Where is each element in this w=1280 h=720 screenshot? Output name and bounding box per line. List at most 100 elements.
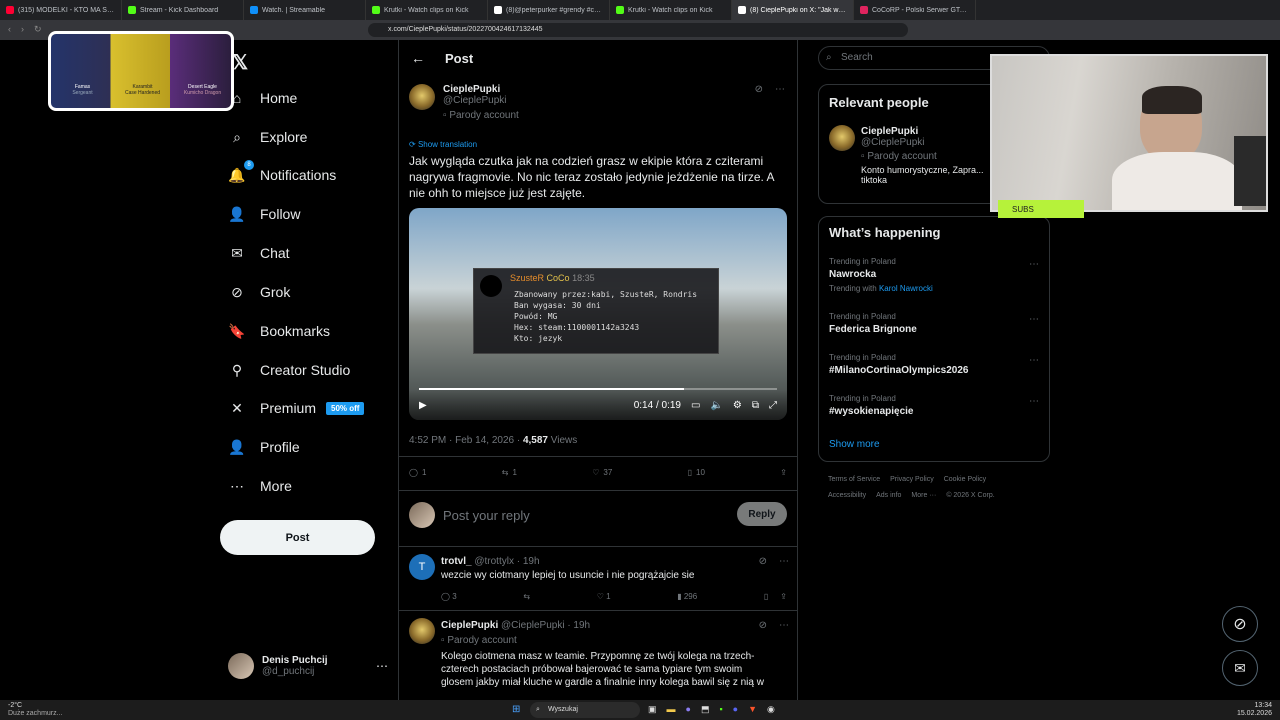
task-view-icon[interactable]: ▣ — [648, 704, 657, 715]
browser-tab[interactable]: (8)@peterpurker #grendy #cocorp #... — [488, 0, 610, 20]
more-icon[interactable]: ⋯ — [1029, 259, 1039, 270]
clock[interactable]: 13:34 15.02.2026 — [1237, 702, 1272, 718]
trend-item[interactable]: Trending in Poland #MilanoCortinaOlympics… — [829, 353, 969, 376]
grok-icon[interactable]: ⊘ — [759, 620, 767, 631]
post-button[interactable]: Post — [220, 520, 375, 555]
account-switcher[interactable]: Denis Puchcij @d_puchcij ⋯ — [228, 652, 388, 680]
reply-item[interactable]: T trotvl_ @trottylx · 19h ⊘ ⋯ wezcie wy c… — [409, 554, 789, 616]
browser-tab[interactable]: (8) CieplePupki on X: "Jak wygląd... — [732, 0, 854, 20]
bookmark-button[interactable]: ▯ 10 — [688, 468, 705, 477]
address-bar[interactable]: x.com/CieplePupki/status/202270042461713… — [368, 23, 908, 37]
reply-input[interactable]: Post your reply — [443, 508, 530, 523]
nav-item-explore[interactable]: ⌕ Explore — [228, 124, 307, 150]
nav-item-notifications[interactable]: 🔔 8 Notifications — [228, 160, 336, 188]
like-button[interactable]: ♡ 1 — [597, 592, 611, 601]
translate-icon: ⟳ — [409, 140, 418, 149]
trend-link[interactable]: Karol Nawrocki — [879, 284, 933, 293]
footer-link[interactable]: © 2026 X Corp. — [946, 492, 994, 499]
grok-icon[interactable]: ⊘ — [755, 84, 763, 95]
footer-link[interactable]: Ads info — [876, 492, 901, 499]
avatar[interactable]: T — [409, 554, 435, 580]
more-icon[interactable]: ⋯ — [1029, 314, 1039, 325]
back-arrow-icon[interactable]: ← — [411, 50, 425, 66]
nav-item-premium[interactable]: ✕ Premium 50% off — [228, 395, 365, 421]
x-logo-icon[interactable]: 𝕏 — [232, 50, 248, 75]
app-icon[interactable]: ⬒ — [701, 704, 710, 715]
play-icon[interactable]: ▶ — [419, 400, 427, 411]
nav-item-grok[interactable]: ⊘ Grok — [228, 279, 290, 305]
parody-label: Parody account — [449, 110, 519, 121]
grok-icon[interactable]: ⊘ — [759, 556, 767, 567]
person-name[interactable]: CieplePupki — [861, 126, 991, 137]
show-more-link[interactable]: Show more — [829, 439, 880, 450]
footer-link[interactable]: More ··· — [911, 492, 936, 499]
footer-link[interactable]: Privacy Policy — [890, 476, 934, 483]
bookmark-icon[interactable]: ▯ — [764, 592, 768, 601]
reply-item[interactable]: CieplePupki @CieplePupki · 19h ⊘ ⋯ ▫ Paro… — [409, 618, 789, 700]
footer-link[interactable]: Accessibility — [828, 492, 866, 499]
video-player[interactable]: SzusteR CoCo 18:35 Zbanowany przez:kabi,… — [409, 208, 787, 420]
browser-tab[interactable]: Krutki - Watch clips on Kick — [366, 0, 488, 20]
back-icon[interactable]: ‹ — [8, 24, 11, 35]
reply-submit-button[interactable]: Reply — [737, 502, 787, 526]
views-button[interactable]: ▮ 296 — [677, 592, 697, 601]
footer-link[interactable]: Terms of Service — [828, 476, 880, 483]
taskbar-search[interactable]: ⌕ Wyszukaj — [530, 702, 640, 718]
brave-icon[interactable]: ▼ — [748, 704, 757, 715]
browser-tab[interactable]: (315) MODELKI - KTO MA STYL ... — [0, 0, 122, 20]
footer-link[interactable]: Cookie Policy — [944, 476, 986, 483]
volume-icon[interactable]: 🔈 — [710, 400, 722, 411]
more-icon[interactable]: ⋯ — [1029, 396, 1039, 407]
app-icon[interactable]: ● — [686, 704, 691, 715]
browser-tab[interactable]: Stream - Kick Dashboard — [122, 0, 244, 20]
browser-tab[interactable]: CoCoRP - Polski Serwer GTA RP Whi... — [854, 0, 976, 20]
more-icon[interactable]: ⋯ — [376, 659, 388, 673]
discord-icon[interactable]: ● — [733, 704, 738, 715]
reply-author[interactable]: trotvl_ — [441, 556, 472, 567]
like-button[interactable]: ♡ 37 — [592, 468, 612, 477]
reload-icon[interactable]: ↻ — [34, 24, 42, 35]
more-icon[interactable]: ⋯ — [779, 620, 789, 631]
avatar[interactable] — [829, 125, 855, 151]
obs-icon[interactable]: ◉ — [767, 704, 775, 715]
nav-item-follow[interactable]: 👤 Follow — [228, 201, 300, 227]
nav-item-profile[interactable]: 👤 Profile — [228, 434, 299, 460]
author-name[interactable]: CieplePupki — [443, 84, 519, 95]
nav-item-bookmarks[interactable]: 🔖 Bookmarks — [228, 318, 330, 344]
app-icon[interactable]: ▪ — [719, 704, 722, 715]
avatar[interactable] — [409, 84, 435, 110]
nav-item-creator-studio[interactable]: ⚲ Creator Studio — [228, 357, 350, 383]
pip-icon[interactable]: ⧉ — [752, 400, 759, 411]
messages-fab[interactable]: ✉ — [1222, 650, 1258, 686]
more-icon[interactable]: ⋯ — [779, 556, 789, 567]
fullscreen-icon[interactable]: ⤢ — [769, 400, 777, 411]
captions-icon[interactable]: ▭ — [691, 400, 700, 411]
reply-author[interactable]: CieplePupki — [441, 620, 498, 631]
trend-item[interactable]: Trending in Poland Federica Brignone — [829, 312, 917, 335]
share-button[interactable]: ⇪ — [780, 468, 787, 477]
browser-tab[interactable]: Krutki - Watch clips on Kick — [610, 0, 732, 20]
share-icon[interactable]: ⇪ — [780, 592, 787, 601]
repost-button[interactable]: ⇆ 1 — [502, 468, 517, 477]
reply-button[interactable]: ◯ 1 — [409, 468, 426, 477]
settings-icon[interactable]: ⚙ — [733, 400, 742, 411]
nav-item-home[interactable]: ⌂ Home — [228, 85, 298, 111]
trend-item[interactable]: Trending in Poland Nawrocka Trending with … — [829, 257, 933, 293]
browser-tab[interactable]: Watch. | Streamable — [244, 0, 366, 20]
nav-item-more[interactable]: ⋯ More — [228, 473, 292, 499]
folder-icon[interactable]: ▬ — [667, 704, 676, 715]
post-timestamp[interactable]: 4:52 PM · Feb 14, 2026 · — [409, 435, 520, 446]
repost-button[interactable]: ⇆ — [523, 592, 530, 601]
windows-start-icon[interactable]: ⊞ — [512, 704, 520, 715]
author-handle[interactable]: @CieplePupki — [443, 95, 519, 106]
grok-fab[interactable]: ⊘ — [1222, 606, 1258, 642]
trend-item[interactable]: Trending in Poland #wysokienapięcie — [829, 394, 914, 417]
avatar[interactable] — [409, 618, 435, 644]
show-translation-link[interactable]: ⟳ Show translation — [409, 140, 477, 149]
more-icon[interactable]: ⋯ — [1029, 355, 1039, 366]
forward-icon[interactable]: › — [21, 24, 24, 35]
weather-widget[interactable]: -2°C Duże zachmurz... — [8, 702, 62, 718]
reply-button[interactable]: ◯ 3 — [441, 592, 457, 601]
more-icon[interactable]: ⋯ — [775, 84, 785, 95]
nav-item-chat[interactable]: ✉ Chat — [228, 240, 289, 266]
